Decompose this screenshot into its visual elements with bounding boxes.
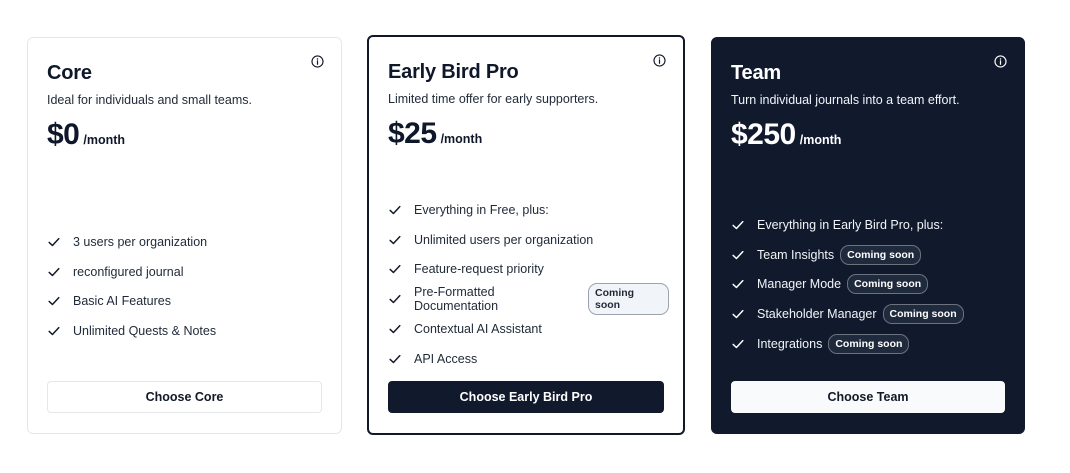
feature-item: 3 users per organization — [47, 227, 327, 257]
check-icon — [389, 205, 401, 215]
feature-text: Unlimited users per organization — [414, 232, 594, 247]
feature-text: Team Insights — [757, 247, 835, 262]
plan-period: /month — [83, 133, 126, 147]
check-icon — [732, 280, 744, 289]
feature-list: Everything in Early Bird Pro, plus: Team… — [731, 210, 1010, 359]
feature-item: Unlimited Quests & Notes — [47, 316, 327, 346]
check-icon — [732, 220, 744, 230]
coming-soon-badge: Coming soon — [882, 304, 964, 325]
info-icon[interactable] — [653, 54, 666, 67]
feature-item: Feature-request priority — [388, 255, 669, 285]
feature-text: Unlimited Quests & Notes — [73, 324, 217, 339]
coming-soon-badge: Coming soon — [828, 334, 910, 355]
feature-list: 3 users per organization reconfigured jo… — [47, 227, 327, 346]
feature-text: Basic AI Features — [73, 294, 171, 309]
info-icon[interactable] — [311, 55, 324, 68]
plan-price: $250 — [731, 118, 796, 151]
plan-period: /month — [799, 133, 842, 147]
plan-price: $0 — [47, 118, 80, 151]
feature-item: Basic AI Features — [47, 287, 327, 317]
check-icon — [389, 265, 401, 274]
feature-text: Feature-request priority — [414, 262, 544, 277]
check-icon — [48, 297, 60, 306]
feature-list: Everything in Free, plus: Unlimited user… — [388, 195, 669, 374]
coming-soon-badge: Coming soon — [587, 283, 669, 316]
plan-title: Core — [47, 62, 92, 84]
choose-core-button[interactable]: Choose Core — [47, 381, 322, 413]
feature-text: Everything in Early Bird Pro, plus: — [757, 217, 944, 232]
feature-item: Everything in Free, plus: — [388, 195, 669, 225]
info-icon[interactable] — [994, 55, 1007, 68]
feature-item: Pre-Formatted Documentation Coming soon — [388, 283, 669, 316]
feature-item: Unlimited users per organization — [388, 225, 669, 255]
check-icon — [48, 327, 60, 336]
plan-description: Ideal for individuals and small teams. — [47, 93, 252, 107]
plan-title: Team — [731, 62, 781, 84]
feature-text: Everything in Free, plus: — [414, 202, 549, 217]
check-icon — [48, 267, 60, 276]
feature-item: Everything in Early Bird Pro, plus: — [731, 210, 1010, 240]
plan-card-team: Team Turn individual journals into a tea… — [711, 37, 1025, 434]
feature-item: reconfigured journal — [47, 257, 327, 287]
plan-period: /month — [440, 132, 483, 146]
check-icon — [48, 237, 60, 247]
check-icon — [389, 354, 401, 364]
coming-soon-badge: Coming soon — [847, 274, 929, 295]
pricing-section: Core Ideal for individuals and small tea… — [0, 0, 1070, 473]
plan-description: Turn individual journals into a team eff… — [731, 93, 960, 107]
feature-item: Stakeholder Manager Coming soon — [731, 299, 1010, 329]
feature-text: Manager Mode — [757, 277, 842, 292]
check-icon — [732, 250, 744, 259]
price-row: $0 /month — [47, 118, 322, 152]
feature-text: Stakeholder Manager — [757, 307, 877, 322]
feature-text: 3 users per organization — [73, 234, 208, 249]
plan-card-early-bird-pro: Early Bird Pro Limited time offer for ea… — [367, 35, 685, 435]
feature-text: Pre-Formatted Documentation — [414, 285, 499, 314]
plan-description: Limited time offer for early supporters. — [388, 92, 599, 106]
plan-price: $25 — [388, 117, 437, 150]
feature-text: reconfigured journal — [73, 264, 184, 279]
check-icon — [732, 340, 744, 349]
price-row: $25 /month — [388, 117, 664, 151]
feature-item: Team Insights Coming soon — [731, 240, 1010, 270]
feature-text: API Access — [414, 351, 478, 366]
feature-item: Integrations Coming soon — [731, 329, 1010, 359]
plan-title: Early Bird Pro — [388, 61, 519, 83]
coming-soon-badge: Coming soon — [840, 244, 922, 265]
check-icon — [389, 235, 401, 244]
feature-item: Manager Mode Coming soon — [731, 270, 1010, 300]
feature-item: API Access — [388, 344, 669, 374]
feature-item: Contextual AI Assistant — [388, 314, 669, 344]
check-icon — [389, 325, 401, 334]
plan-card-core: Core Ideal for individuals and small tea… — [27, 37, 342, 434]
check-icon — [732, 310, 744, 319]
choose-early-bird-pro-button[interactable]: Choose Early Bird Pro — [388, 381, 664, 413]
feature-text: Contextual AI Assistant — [414, 322, 542, 337]
check-icon — [389, 295, 401, 304]
feature-text: Integrations — [757, 337, 823, 352]
price-row: $250 /month — [731, 118, 1005, 152]
choose-team-button[interactable]: Choose Team — [731, 381, 1005, 413]
